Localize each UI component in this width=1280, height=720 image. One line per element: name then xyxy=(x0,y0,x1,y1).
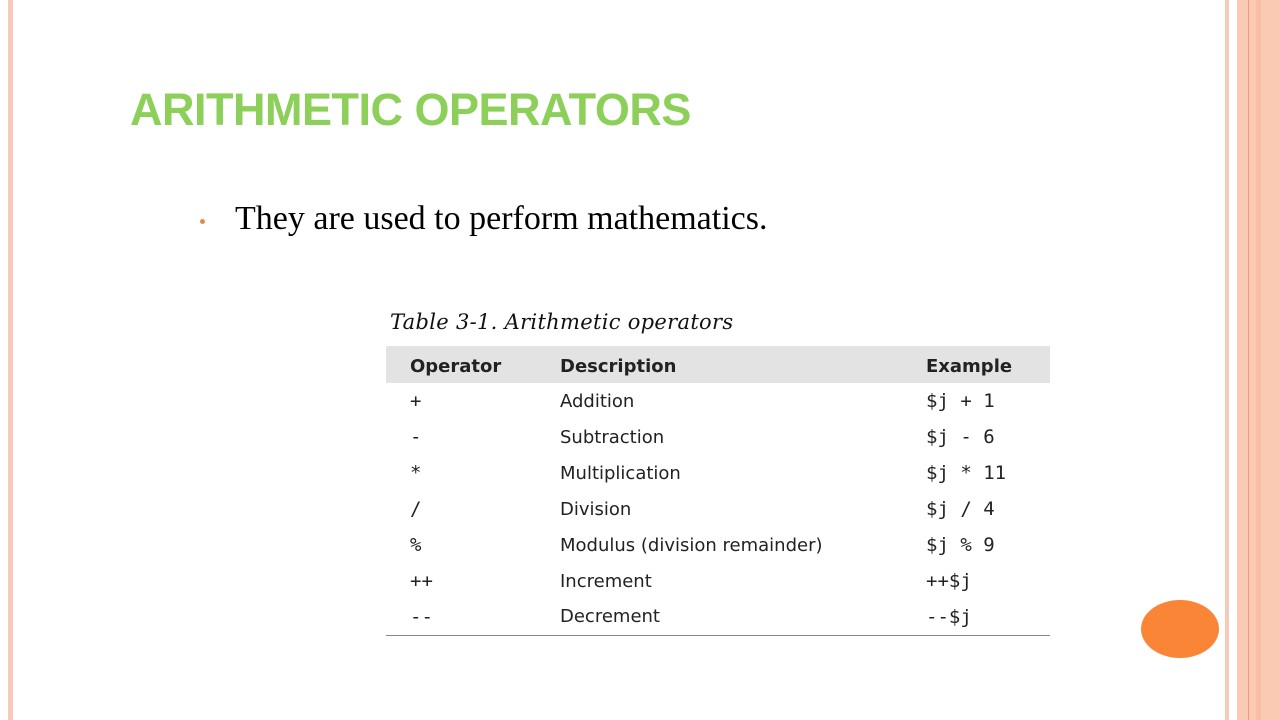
table-row: - Subtraction $j - 6 xyxy=(386,419,1050,455)
cell-operator: + xyxy=(410,390,422,412)
cell-description: Subtraction xyxy=(560,426,665,448)
right-border-rule xyxy=(1225,0,1229,720)
table-caption: Table 3-1. Arithmetic operators xyxy=(390,310,734,334)
cell-example: $j % 9 xyxy=(926,534,995,556)
cell-description: Decrement xyxy=(560,599,926,636)
bullet-dot-icon xyxy=(200,218,205,224)
table-row: % Modulus (division remainder) $j % 9 xyxy=(386,527,1050,563)
operators-table: Operator Description Example + Addition $j… xyxy=(386,346,1050,636)
table-row: + Addition $j + 1 xyxy=(386,383,1050,419)
cell-example: $j + 1 xyxy=(926,390,995,412)
cell-example: $j - 6 xyxy=(926,426,995,448)
bullet-item: They are used to perform mathematics. xyxy=(200,200,767,238)
left-border-rule xyxy=(8,0,13,720)
cell-operator: ++ xyxy=(410,570,433,592)
header-operator: Operator xyxy=(410,356,502,377)
bullet-text: They are used to perform mathematics. xyxy=(235,200,768,237)
cell-operator: * xyxy=(410,462,422,484)
cell-description: Increment xyxy=(560,570,652,592)
cell-example: --$j xyxy=(926,599,1050,636)
cell-description: Division xyxy=(560,498,632,520)
cell-example: ++$j xyxy=(926,570,972,592)
cell-description: Modulus (division remainder) xyxy=(560,534,823,556)
right-band-line xyxy=(1248,0,1249,720)
cell-operator: % xyxy=(410,534,422,556)
decorative-orange-circle xyxy=(1141,600,1219,658)
header-example: Example xyxy=(926,356,1013,377)
cell-description: Multiplication xyxy=(560,462,681,484)
table-row: ++ Increment ++$j xyxy=(386,563,1050,599)
table-header-row: Operator Description Example xyxy=(386,346,1050,383)
right-band-stripe xyxy=(1256,0,1261,720)
table-row: / Division $j / 4 xyxy=(386,491,1050,527)
header-description: Description xyxy=(560,356,677,377)
slide-title: ARITHMETIC OPERATORS xyxy=(130,84,691,135)
cell-example: $j / 4 xyxy=(926,498,995,520)
table-row: -- Decrement --$j xyxy=(386,599,1050,636)
operators-table-figure: Table 3-1. Arithmetic operators Operator… xyxy=(386,310,1050,636)
cell-operator: -- xyxy=(386,599,560,636)
cell-example: $j * 11 xyxy=(926,462,1007,484)
cell-description: Addition xyxy=(560,390,635,412)
cell-operator: - xyxy=(410,426,422,448)
table-row: * Multiplication $j * 11 xyxy=(386,455,1050,491)
cell-operator: / xyxy=(410,498,422,520)
